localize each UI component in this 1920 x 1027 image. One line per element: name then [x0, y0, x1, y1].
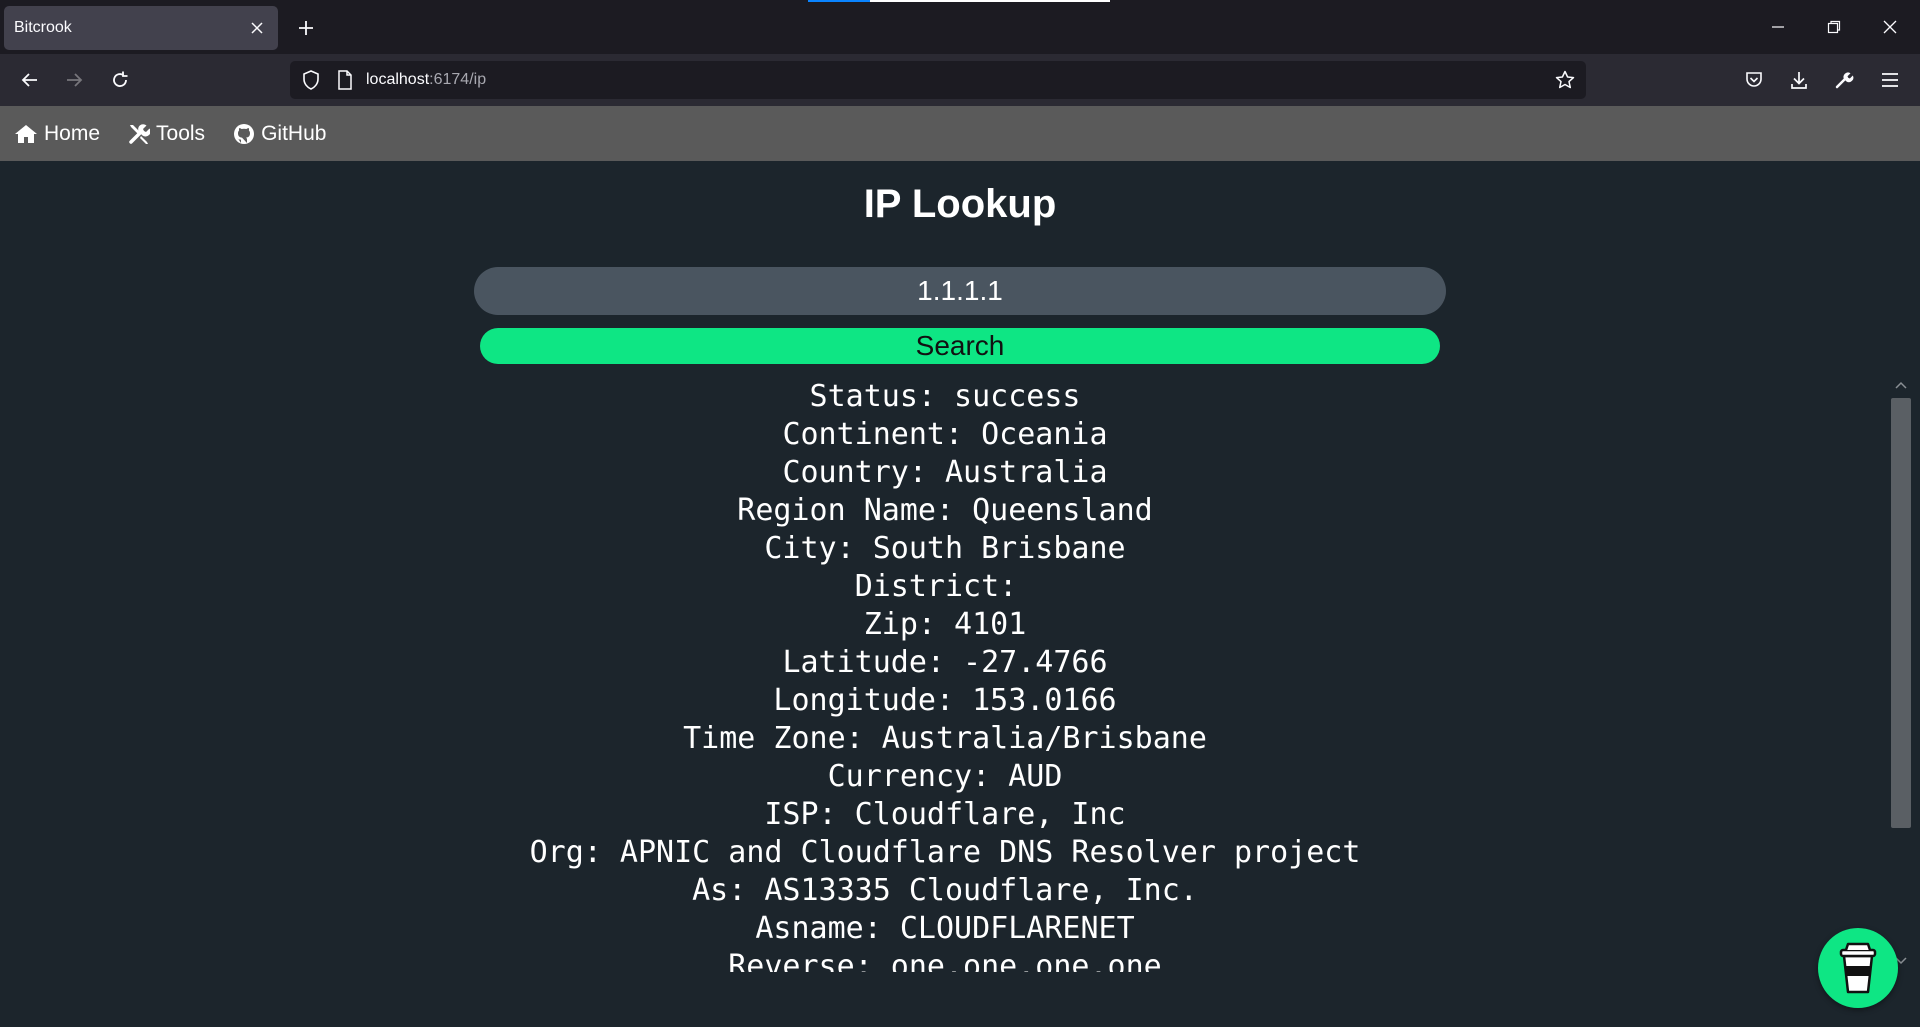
buy-me-a-coffee-button[interactable]	[1818, 928, 1898, 1008]
tools-icon	[129, 123, 151, 144]
result-region: Region Name: Queensland	[737, 493, 1153, 528]
nav-home-label: Home	[44, 121, 101, 145]
result-org: Org: APNIC and Cloudflare DNS Resolver p…	[529, 835, 1361, 870]
result-latitude: Latitude: -27.4766	[782, 645, 1108, 680]
result-longitude: Longitude: 153.0166	[773, 683, 1117, 718]
scroll-thumb[interactable]	[1891, 398, 1911, 828]
nav-github[interactable]: GitHub	[233, 122, 326, 146]
menu-icon[interactable]	[1874, 64, 1906, 96]
shield-icon[interactable]	[298, 67, 324, 93]
results-panel[interactable]: Status: success Continent: Oceania Count…	[0, 378, 1890, 972]
result-currency: Currency: AUD	[827, 759, 1063, 794]
pocket-icon[interactable]	[1738, 64, 1770, 96]
result-zip: Zip: 4101	[863, 607, 1027, 642]
nav-tools[interactable]: Tools	[128, 122, 205, 146]
reload-button[interactable]	[104, 64, 136, 96]
page-info-icon[interactable]	[332, 67, 358, 93]
site-nav: Home Tools GitHub	[0, 106, 1920, 161]
bookmark-star-icon[interactable]	[1552, 67, 1578, 93]
browser-tab[interactable]: Bitcrook	[4, 6, 278, 50]
search-button[interactable]: Search	[480, 328, 1440, 364]
result-city: City: South Brisbane	[764, 531, 1126, 566]
browser-toolbar: localhost:6174/ip	[0, 54, 1920, 106]
minimize-window-button[interactable]	[1760, 10, 1796, 44]
wrench-icon[interactable]	[1828, 64, 1860, 96]
url-host: localhost	[366, 71, 430, 88]
new-tab-button[interactable]	[292, 14, 320, 42]
result-isp: ISP: Cloudflare, Inc	[764, 797, 1126, 832]
results-scrollbar[interactable]	[1888, 378, 1914, 972]
page-title: IP Lookup	[863, 182, 1057, 226]
download-icon[interactable]	[1783, 64, 1815, 96]
result-status: Status: success	[809, 379, 1081, 414]
tab-title: Bitcrook	[14, 19, 72, 36]
result-timezone: Time Zone: Australia/Brisbane	[683, 721, 1207, 756]
scroll-up-arrow-icon[interactable]	[1894, 378, 1908, 392]
loading-indicator-accent	[808, 0, 870, 2]
url-path: :6174/ip	[429, 71, 487, 88]
url-text[interactable]: localhost:6174/ip	[366, 71, 486, 89]
home-icon	[15, 124, 37, 143]
nav-github-label: GitHub	[261, 121, 327, 145]
close-window-button[interactable]	[1872, 10, 1908, 44]
restore-window-button[interactable]	[1816, 10, 1852, 44]
back-button[interactable]	[14, 64, 46, 96]
url-bar[interactable]: localhost:6174/ip	[290, 61, 1586, 99]
result-district: District:	[854, 569, 1036, 604]
result-as: As: AS13335 Cloudflare, Inc.	[692, 873, 1198, 908]
ip-input[interactable]	[474, 267, 1446, 315]
nav-tools-label: Tools	[156, 121, 206, 145]
result-reverse: Reverse: one.one.one.one	[728, 949, 1162, 972]
forward-button[interactable]	[58, 64, 90, 96]
coffee-cup-icon	[1839, 942, 1877, 994]
browser-tab-bar: Bitcrook	[0, 0, 1920, 54]
result-continent: Continent: Oceania	[782, 417, 1108, 452]
result-country: Country: Australia	[782, 455, 1108, 490]
nav-home[interactable]: Home	[14, 122, 100, 146]
result-asname: Asname: CLOUDFLARENET	[755, 911, 1135, 946]
close-tab-icon[interactable]	[246, 17, 268, 39]
github-icon	[234, 123, 255, 144]
